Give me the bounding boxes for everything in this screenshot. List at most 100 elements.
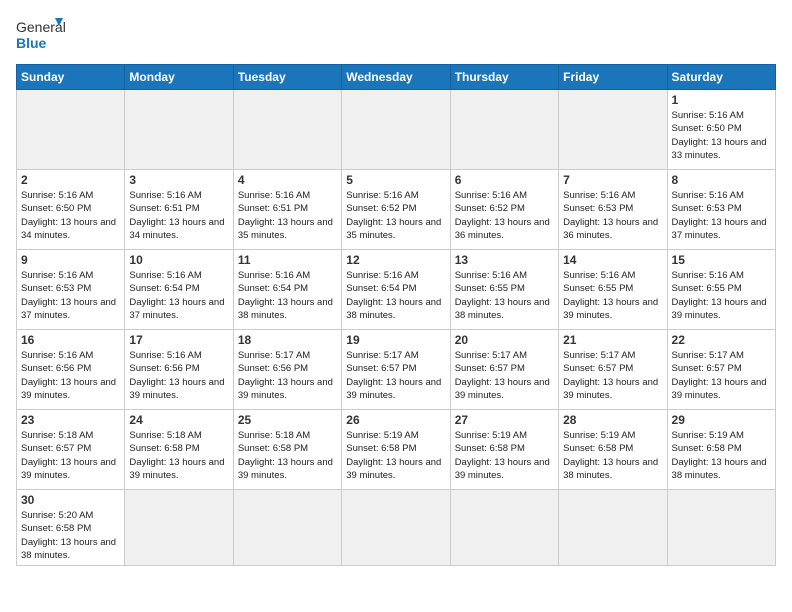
calendar-cell: 10Sunrise: 5:16 AM Sunset: 6:54 PM Dayli… <box>125 250 233 330</box>
day-info: Sunrise: 5:16 AM Sunset: 6:50 PM Dayligh… <box>21 189 120 242</box>
day-number: 2 <box>21 173 120 187</box>
calendar-cell: 22 Sunrise: 5:17 AM Sunset: 6:57 PM Dayli… <box>667 330 775 410</box>
weekday-header-wednesday: Wednesday <box>342 65 450 90</box>
calendar-header: SundayMondayTuesdayWednesdayThursdayFrid… <box>17 65 776 90</box>
day-number: 11 <box>238 253 337 267</box>
calendar-cell: 25Sunrise: 5:18 AM Sunset: 6:58 PM Dayli… <box>233 410 341 490</box>
day-number: 9 <box>21 253 120 267</box>
day-info: Sunrise: 5:16 AM Sunset: 6:54 PM Dayligh… <box>238 269 337 322</box>
day-info: Sunrise: 5:17 AM Sunset: 6:57 PM Dayligh… <box>455 349 554 402</box>
weekday-header-thursday: Thursday <box>450 65 558 90</box>
svg-text:Blue: Blue <box>16 35 47 51</box>
calendar-cell <box>233 90 341 170</box>
day-number: 14 <box>563 253 662 267</box>
calendar-cell: 16 Sunrise: 5:16 AM Sunset: 6:56 PM Dayli… <box>17 330 125 410</box>
day-info: Sunrise: 5:19 AM Sunset: 6:58 PM Dayligh… <box>672 429 771 482</box>
calendar-cell: 6 Sunrise: 5:16 AM Sunset: 6:52 PM Daylig… <box>450 170 558 250</box>
day-number: 20 <box>455 333 554 347</box>
calendar-cell: 8Sunrise: 5:16 AM Sunset: 6:53 PM Daylig… <box>667 170 775 250</box>
day-number: 18 <box>238 333 337 347</box>
calendar-cell: 21Sunrise: 5:17 AM Sunset: 6:57 PM Dayli… <box>559 330 667 410</box>
day-info: Sunrise: 5:16 AM Sunset: 6:54 PM Dayligh… <box>346 269 445 322</box>
weekday-header-tuesday: Tuesday <box>233 65 341 90</box>
calendar-cell: 1 Sunrise: 5:16 AM Sunset: 6:50 PM Daylig… <box>667 90 775 170</box>
calendar-cell: 28 Sunrise: 5:19 AM Sunset: 6:58 PM Dayli… <box>559 410 667 490</box>
day-info: Sunrise: 5:17 AM Sunset: 6:57 PM Dayligh… <box>346 349 445 402</box>
day-number: 19 <box>346 333 445 347</box>
calendar-cell: 4 Sunrise: 5:16 AM Sunset: 6:51 PM Daylig… <box>233 170 341 250</box>
day-info: Sunrise: 5:16 AM Sunset: 6:55 PM Dayligh… <box>563 269 662 322</box>
calendar-cell: 5 Sunrise: 5:16 AM Sunset: 6:52 PM Daylig… <box>342 170 450 250</box>
day-number: 17 <box>129 333 228 347</box>
day-info: Sunrise: 5:17 AM Sunset: 6:56 PM Dayligh… <box>238 349 337 402</box>
calendar-cell: 11 Sunrise: 5:16 AM Sunset: 6:54 PM Dayli… <box>233 250 341 330</box>
day-info: Sunrise: 5:16 AM Sunset: 6:53 PM Dayligh… <box>21 269 120 322</box>
day-number: 5 <box>346 173 445 187</box>
day-info: Sunrise: 5:16 AM Sunset: 6:55 PM Dayligh… <box>672 269 771 322</box>
day-info: Sunrise: 5:16 AM Sunset: 6:52 PM Dayligh… <box>455 189 554 242</box>
weekday-header-monday: Monday <box>125 65 233 90</box>
day-info: Sunrise: 5:16 AM Sunset: 6:51 PM Dayligh… <box>238 189 337 242</box>
calendar-cell: 27Sunrise: 5:19 AM Sunset: 6:58 PM Dayli… <box>450 410 558 490</box>
calendar-cell: 20 Sunrise: 5:17 AM Sunset: 6:57 PM Dayli… <box>450 330 558 410</box>
day-number: 16 <box>21 333 120 347</box>
day-number: 15 <box>672 253 771 267</box>
calendar-cell <box>233 490 341 566</box>
weekday-header-friday: Friday <box>559 65 667 90</box>
calendar-cell <box>125 90 233 170</box>
day-info: Sunrise: 5:16 AM Sunset: 6:56 PM Dayligh… <box>21 349 120 402</box>
calendar-cell: 26 Sunrise: 5:19 AM Sunset: 6:58 PM Dayli… <box>342 410 450 490</box>
calendar-cell: 13 Sunrise: 5:16 AM Sunset: 6:55 PM Dayli… <box>450 250 558 330</box>
calendar-cell <box>17 90 125 170</box>
calendar-cell <box>125 490 233 566</box>
day-number: 26 <box>346 413 445 427</box>
day-number: 24 <box>129 413 228 427</box>
calendar-cell: 3 Sunrise: 5:16 AM Sunset: 6:51 PM Daylig… <box>125 170 233 250</box>
calendar-cell: 15 Sunrise: 5:16 AM Sunset: 6:55 PM Dayli… <box>667 250 775 330</box>
day-info: Sunrise: 5:18 AM Sunset: 6:58 PM Dayligh… <box>129 429 228 482</box>
day-info: Sunrise: 5:16 AM Sunset: 6:52 PM Dayligh… <box>346 189 445 242</box>
calendar-cell <box>450 90 558 170</box>
day-number: 13 <box>455 253 554 267</box>
generalblue-logo-icon: GeneralBlue <box>16 16 66 52</box>
logo: GeneralBlue <box>16 16 66 52</box>
calendar-cell: 14 Sunrise: 5:16 AM Sunset: 6:55 PM Dayli… <box>559 250 667 330</box>
day-info: Sunrise: 5:19 AM Sunset: 6:58 PM Dayligh… <box>346 429 445 482</box>
calendar-table: SundayMondayTuesdayWednesdayThursdayFrid… <box>16 64 776 566</box>
day-number: 12 <box>346 253 445 267</box>
calendar-cell <box>667 490 775 566</box>
calendar-cell: 23Sunrise: 5:18 AM Sunset: 6:57 PM Dayli… <box>17 410 125 490</box>
calendar-cell <box>559 90 667 170</box>
calendar-cell: 30 Sunrise: 5:20 AM Sunset: 6:58 PM Dayli… <box>17 490 125 566</box>
day-number: 8 <box>672 173 771 187</box>
day-info: Sunrise: 5:16 AM Sunset: 6:53 PM Dayligh… <box>563 189 662 242</box>
day-info: Sunrise: 5:18 AM Sunset: 6:58 PM Dayligh… <box>238 429 337 482</box>
day-info: Sunrise: 5:17 AM Sunset: 6:57 PM Dayligh… <box>563 349 662 402</box>
day-info: Sunrise: 5:19 AM Sunset: 6:58 PM Dayligh… <box>455 429 554 482</box>
day-number: 28 <box>563 413 662 427</box>
day-info: Sunrise: 5:16 AM Sunset: 6:50 PM Dayligh… <box>672 109 771 162</box>
day-number: 10 <box>129 253 228 267</box>
day-info: Sunrise: 5:16 AM Sunset: 6:55 PM Dayligh… <box>455 269 554 322</box>
calendar-cell: 17 Sunrise: 5:16 AM Sunset: 6:56 PM Dayli… <box>125 330 233 410</box>
calendar-cell: 12 Sunrise: 5:16 AM Sunset: 6:54 PM Dayli… <box>342 250 450 330</box>
day-info: Sunrise: 5:17 AM Sunset: 6:57 PM Dayligh… <box>672 349 771 402</box>
day-number: 30 <box>21 493 120 507</box>
calendar-cell: 9 Sunrise: 5:16 AM Sunset: 6:53 PM Daylig… <box>17 250 125 330</box>
day-info: Sunrise: 5:18 AM Sunset: 6:57 PM Dayligh… <box>21 429 120 482</box>
calendar-cell: 24 Sunrise: 5:18 AM Sunset: 6:58 PM Dayli… <box>125 410 233 490</box>
day-number: 4 <box>238 173 337 187</box>
day-number: 6 <box>455 173 554 187</box>
calendar-cell: 29 Sunrise: 5:19 AM Sunset: 6:58 PM Dayli… <box>667 410 775 490</box>
weekday-header-saturday: Saturday <box>667 65 775 90</box>
day-info: Sunrise: 5:16 AM Sunset: 6:56 PM Dayligh… <box>129 349 228 402</box>
weekday-header-sunday: Sunday <box>17 65 125 90</box>
day-info: Sunrise: 5:16 AM Sunset: 6:51 PM Dayligh… <box>129 189 228 242</box>
header: GeneralBlue <box>16 16 776 52</box>
day-info: Sunrise: 5:19 AM Sunset: 6:58 PM Dayligh… <box>563 429 662 482</box>
day-info: Sunrise: 5:20 AM Sunset: 6:58 PM Dayligh… <box>21 509 120 562</box>
day-number: 1 <box>672 93 771 107</box>
day-number: 29 <box>672 413 771 427</box>
day-number: 22 <box>672 333 771 347</box>
day-number: 3 <box>129 173 228 187</box>
